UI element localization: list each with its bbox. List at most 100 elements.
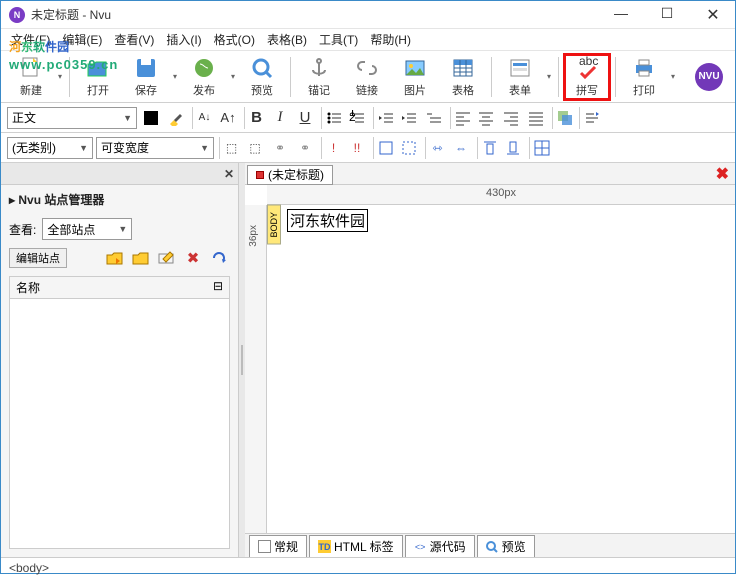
textcolor-button[interactable]	[140, 107, 162, 129]
italic-button[interactable]: I	[269, 107, 291, 129]
exclaim2-button[interactable]: !!	[346, 137, 368, 159]
image-button[interactable]: 图片	[391, 53, 439, 101]
exclaim1-button[interactable]: !	[321, 137, 343, 159]
group2-button[interactable]: ⚭	[294, 137, 316, 159]
highlight-button[interactable]	[165, 107, 187, 129]
close-button[interactable]: ✕	[699, 5, 727, 25]
align-right-button[interactable]	[500, 107, 522, 129]
print-dropdown[interactable]: ▾	[668, 72, 678, 81]
minimize-button[interactable]: —	[607, 5, 635, 25]
bullet-list-button[interactable]	[321, 107, 343, 129]
menu-view[interactable]: 查看(V)	[108, 29, 160, 50]
print-button[interactable]: 打印	[620, 53, 668, 101]
folder-arrow-button[interactable]	[104, 248, 126, 268]
document-close-button[interactable]: ✖	[716, 164, 729, 184]
col-end[interactable]: ⊟	[207, 277, 229, 298]
underline-button[interactable]: U	[294, 107, 316, 129]
bold-button[interactable]: B	[244, 107, 266, 129]
valign1-button[interactable]	[477, 137, 499, 159]
border1-button[interactable]	[373, 137, 395, 159]
format-toolbar: 正文▼ A↓ A↑ B I U 12	[1, 103, 735, 133]
menu-file[interactable]: 文件(F)	[5, 29, 56, 50]
preview-icon	[250, 56, 274, 80]
em-button[interactable]: ⬚	[219, 137, 241, 159]
em-icon: ⬚	[226, 141, 237, 155]
align-justify-icon	[528, 110, 544, 126]
outdent-icon	[378, 110, 394, 126]
class-select[interactable]: (无类别)▼	[7, 137, 93, 159]
delete-button[interactable]: ✖	[182, 248, 204, 268]
layer-button[interactable]	[552, 107, 574, 129]
menu-format[interactable]: 格式(O)	[208, 29, 261, 50]
refresh-button[interactable]	[208, 248, 230, 268]
anchor-icon	[307, 56, 331, 80]
width-select[interactable]: 可变宽度▼	[96, 137, 214, 159]
direction-icon	[584, 110, 600, 126]
publish-button[interactable]: 发布	[180, 53, 228, 101]
table-ed-button[interactable]	[529, 137, 551, 159]
menu-help[interactable]: 帮助(H)	[364, 29, 417, 50]
form-dropdown[interactable]: ▾	[544, 72, 554, 81]
direction-button[interactable]	[579, 107, 601, 129]
save-button[interactable]: 保存	[122, 53, 170, 101]
normal-tab-icon	[258, 540, 271, 553]
site-list[interactable]: 名称 ⊟	[9, 276, 230, 549]
ruler-vertical: 36px	[245, 205, 267, 533]
border2-icon	[401, 140, 417, 156]
align-left-button[interactable]	[450, 107, 472, 129]
sidebar-look-label: 查看:	[9, 221, 36, 238]
form-button[interactable]: 表单	[496, 53, 544, 101]
anchor-button[interactable]: 锚记	[295, 53, 343, 101]
tab-source[interactable]: <>源代码	[405, 535, 475, 557]
link-button[interactable]: 链接	[343, 53, 391, 101]
number-list-button[interactable]: 12	[346, 107, 368, 129]
menu-insert[interactable]: 插入(I)	[160, 29, 207, 50]
arrows-h2-button[interactable]: ⇔	[450, 137, 472, 159]
maximize-button[interactable]: ☐	[653, 5, 681, 25]
editor-content[interactable]: 河东软件园	[287, 209, 368, 232]
editor-canvas[interactable]: BODY 河东软件园	[267, 205, 735, 533]
tab-normal[interactable]: 常规	[249, 535, 307, 557]
col-name[interactable]: 名称	[10, 277, 207, 298]
align-justify-button[interactable]	[525, 107, 547, 129]
view-tabs: 常规 TDHTML 标签 <>源代码 预览	[245, 533, 735, 557]
arrows-h-button[interactable]: ⇿	[425, 137, 447, 159]
menubar: 文件(F) 编辑(E) 查看(V) 插入(I) 格式(O) 表格(B) 工具(T…	[1, 29, 735, 51]
strong-button[interactable]: ⬚	[244, 137, 266, 159]
spell-button[interactable]: abc拼写	[563, 53, 611, 101]
border2-button[interactable]	[398, 137, 420, 159]
menu-edit[interactable]: 编辑(E)	[56, 29, 108, 50]
new-button[interactable]: 新建	[7, 53, 55, 101]
new-dropdown[interactable]: ▾	[55, 72, 65, 81]
align-center-button[interactable]	[475, 107, 497, 129]
main-area: ✕ ▸ Nvu 站点管理器 查看: 全部站点▼ 编辑站点 ✖ 名称 ⊟	[1, 163, 735, 557]
tab-preview[interactable]: 预览	[477, 535, 535, 557]
outdent-button[interactable]	[373, 107, 395, 129]
save-icon	[134, 56, 158, 80]
menu-table[interactable]: 表格(B)	[261, 29, 313, 50]
chevron-down-icon: ▼	[119, 113, 132, 123]
edit-site-button[interactable]: 编辑站点	[9, 248, 67, 268]
site-select[interactable]: 全部站点▼	[42, 218, 132, 240]
fontsize-inc-button[interactable]: A↑	[217, 107, 239, 129]
rename-button[interactable]	[156, 248, 178, 268]
fontsize-dec-button[interactable]: A↓	[192, 107, 214, 129]
status-path[interactable]: <body>	[9, 561, 49, 575]
nvu-logo[interactable]: NVU	[695, 63, 723, 91]
menu-tools[interactable]: 工具(T)	[313, 29, 364, 50]
tab-htmltag[interactable]: TDHTML 标签	[309, 535, 403, 557]
sidebar-close-button[interactable]: ✕	[224, 167, 234, 181]
folder-button[interactable]	[130, 248, 152, 268]
open-button[interactable]: 打开	[74, 53, 122, 101]
group1-button[interactable]: ⚭	[269, 137, 291, 159]
indent-button[interactable]	[398, 107, 420, 129]
publish-dropdown[interactable]: ▾	[228, 72, 238, 81]
document-tab[interactable]: (未定标题)	[247, 165, 333, 185]
preview-button[interactable]: 预览	[238, 53, 286, 101]
save-dropdown[interactable]: ▾	[170, 72, 180, 81]
table-button[interactable]: 表格	[439, 53, 487, 101]
valign2-button[interactable]	[502, 137, 524, 159]
body-tag-marker[interactable]: BODY	[267, 205, 281, 245]
paragraph-select[interactable]: 正文▼	[7, 107, 137, 129]
definition-button[interactable]	[423, 107, 445, 129]
